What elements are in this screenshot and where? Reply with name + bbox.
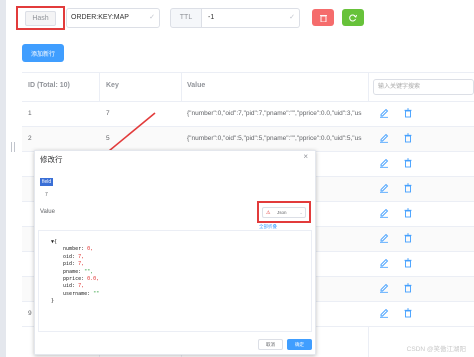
trash-icon[interactable] <box>403 108 413 118</box>
cell-key: 5 <box>106 135 110 142</box>
trash-icon[interactable] <box>403 233 413 243</box>
code-line: pname: "", <box>51 269 99 276</box>
format-value: Json <box>277 210 287 215</box>
check-icon: ✓ <box>289 14 295 21</box>
trash-icon[interactable] <box>403 133 413 143</box>
header-key[interactable]: Key <box>106 82 119 89</box>
edit-icon[interactable] <box>379 283 389 293</box>
code-key: ▼{ <box>51 239 58 245</box>
delete-key-button[interactable] <box>312 9 334 26</box>
table-header: ID (Total: 10) Key Value 输入关键字搜索 <box>22 72 474 102</box>
edit-icon[interactable] <box>379 258 389 268</box>
trash-icon[interactable] <box>403 283 413 293</box>
code-line: } <box>51 298 99 305</box>
code-value: "", <box>84 268 94 275</box>
json-code: ▼{ number: 0, oid: 7, pid: 7, pname: "",… <box>51 239 99 306</box>
key-input[interactable]: ORDER:KEY:MAP ✓ <box>66 8 160 28</box>
code-line: username: "" <box>51 291 99 298</box>
value-label: Value <box>40 209 55 215</box>
edit-icon[interactable] <box>379 108 389 118</box>
ttl-input[interactable]: -1 ✓ <box>202 8 300 28</box>
code-line: pprice: 0.0, <box>51 276 99 283</box>
edit-icon[interactable] <box>379 183 389 193</box>
refresh-button[interactable] <box>342 9 364 26</box>
code-key: oid: <box>51 253 79 260</box>
table-row: 1 7 {"number":0,"oid":7,"pid":7,"pname":""… <box>22 102 474 127</box>
trash-icon[interactable] <box>403 158 413 168</box>
trash-icon <box>319 14 327 22</box>
trash-icon[interactable] <box>403 258 413 268</box>
type-highlight-box: Hash <box>16 6 65 30</box>
code-value: 7, <box>78 261 85 268</box>
trash-icon[interactable] <box>403 308 413 318</box>
edit-icon[interactable] <box>379 133 389 143</box>
code-line: oid: 7, <box>51 254 99 261</box>
trash-icon[interactable] <box>403 183 413 193</box>
header-id[interactable]: ID (Total: 10) <box>28 82 70 89</box>
ttl-label: TTL <box>170 8 202 28</box>
close-icon[interactable]: × <box>303 152 308 161</box>
code-key: number: <box>51 246 88 253</box>
header-value[interactable]: Value <box>187 82 205 89</box>
code-key: username: <box>51 290 94 297</box>
cell-key: 7 <box>106 110 110 117</box>
cell-value: {"number":0,"oid":7,"pid":7,"pname":"","… <box>187 110 362 117</box>
code-value: 7, <box>78 283 85 290</box>
code-key: uid: <box>51 283 79 290</box>
value-editor[interactable]: ▼{ number: 0, oid: 7, pid: 7, pname: "",… <box>38 230 312 332</box>
json-format-icon: ⚠ <box>266 210 271 216</box>
code-value: "" <box>93 290 100 297</box>
code-value: 7, <box>78 253 85 260</box>
code-line: uid: 7, <box>51 283 99 290</box>
table-row: 2 5 {"number":0,"oid":5,"pid":5,"pname":""… <box>22 127 474 152</box>
code-key: pprice: <box>51 276 88 283</box>
cell-id: 1 <box>28 110 32 117</box>
resize-grip[interactable] <box>11 142 15 152</box>
cancel-button[interactable]: 取消 <box>258 339 283 350</box>
cell-value: {"number":0,"oid":5,"pid":5,"pname":"","… <box>187 135 362 142</box>
code-line: pid: 7, <box>51 261 99 268</box>
dialog-title: 修改行 <box>40 155 63 164</box>
code-key: } <box>51 298 55 305</box>
code-key: pname: <box>51 268 85 275</box>
format-highlight-box: ⚠ Json ⌄ <box>257 201 311 223</box>
code-line: number: 0, <box>51 246 99 253</box>
code-value: 0.0, <box>87 276 100 283</box>
ttl-value: -1 <box>208 14 215 21</box>
field-label: field <box>40 178 54 186</box>
left-sidebar <box>0 0 6 357</box>
edit-icon[interactable] <box>379 233 389 243</box>
confirm-button[interactable]: 确定 <box>287 339 312 350</box>
edit-icon[interactable] <box>379 208 389 218</box>
refresh-icon <box>349 14 357 21</box>
cell-id: 2 <box>28 135 32 142</box>
key-value: ORDER:KEY:MAP <box>71 14 129 21</box>
type-tag[interactable]: Hash <box>25 10 56 26</box>
watermark: CSDN @笑傲江湖阳 <box>406 346 466 353</box>
code-line: ▼{ <box>51 239 99 246</box>
format-select[interactable]: ⚠ Json ⌄ <box>262 207 306 218</box>
table-search-input[interactable]: 输入关键字搜索 <box>373 79 474 95</box>
code-value: 0, <box>87 246 94 253</box>
add-row-button[interactable]: 添加新行 <box>22 44 64 62</box>
code-key: pid: <box>51 261 79 268</box>
edit-icon[interactable] <box>379 308 389 318</box>
edit-row-dialog: 修改行 × field 7 Value ⚠ Json ⌄ 全部折叠 ▼{ num… <box>34 150 316 355</box>
edit-icon[interactable] <box>379 158 389 168</box>
field-value[interactable]: 7 <box>45 192 48 198</box>
check-icon: ✓ <box>149 14 155 21</box>
chevron-down-icon: ⌄ <box>299 210 303 215</box>
trash-icon[interactable] <box>403 208 413 218</box>
